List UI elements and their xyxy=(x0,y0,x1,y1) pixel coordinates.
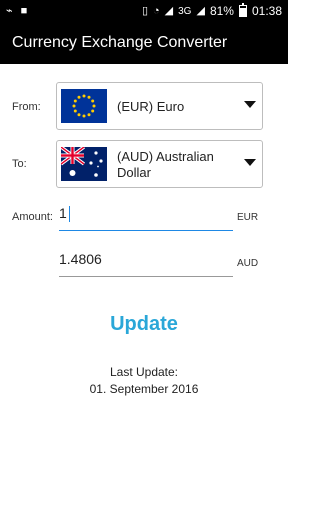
amount-value: 1 xyxy=(59,205,67,221)
amount-unit: EUR xyxy=(237,212,259,223)
amount-label: Amount: xyxy=(12,211,53,223)
network-type: 3G xyxy=(178,5,192,17)
result-field[interactable]: 1.4806 xyxy=(59,251,233,277)
from-currency-text: (EUR) Euro xyxy=(117,99,185,114)
signal-bars-icon: ◢ xyxy=(196,5,205,17)
last-update-date: 01. September 2016 xyxy=(89,382,199,396)
last-update-label: Last Update: xyxy=(109,365,179,379)
australia-flag-icon xyxy=(61,147,107,181)
signal-icon: ◢ xyxy=(164,5,174,17)
action-bar: Currency Exchange Converter xyxy=(0,24,288,64)
clock: 01:38 xyxy=(251,4,282,18)
eu-flag-icon xyxy=(61,89,107,123)
status-bar: ⌁ ■ ▯ ◔ ◢ 3G ◢ 81% 01:38 xyxy=(0,0,288,24)
dropdown-arrow-icon xyxy=(244,159,256,166)
app-title: Currency Exchange Converter xyxy=(12,34,228,51)
dropdown-arrow-icon xyxy=(244,101,256,108)
amount-input[interactable]: 1 xyxy=(59,205,233,231)
update-button[interactable]: Update xyxy=(80,310,208,338)
last-update: Last Update: 01. September 2016 xyxy=(0,364,288,398)
result-value: 1.4806 xyxy=(59,251,102,267)
to-label: To: xyxy=(12,158,27,170)
from-label: From: xyxy=(12,101,41,113)
usb-icon: ⌁ xyxy=(6,5,13,17)
battery-icon xyxy=(238,3,247,17)
to-currency-spinner[interactable]: (AUD) Australian Dollar xyxy=(56,140,263,188)
from-currency-spinner[interactable]: (EUR) Euro xyxy=(56,82,263,130)
vibrate-icon: ▯ xyxy=(141,5,148,17)
text-cursor xyxy=(68,206,70,223)
battery-percent: 81% xyxy=(209,4,234,18)
wifi-icon: ◔ xyxy=(153,5,160,17)
result-unit: AUD xyxy=(237,258,259,269)
to-currency-text: (AUD) Australian Dollar xyxy=(117,149,214,180)
notification-icon: ■ xyxy=(20,5,28,17)
